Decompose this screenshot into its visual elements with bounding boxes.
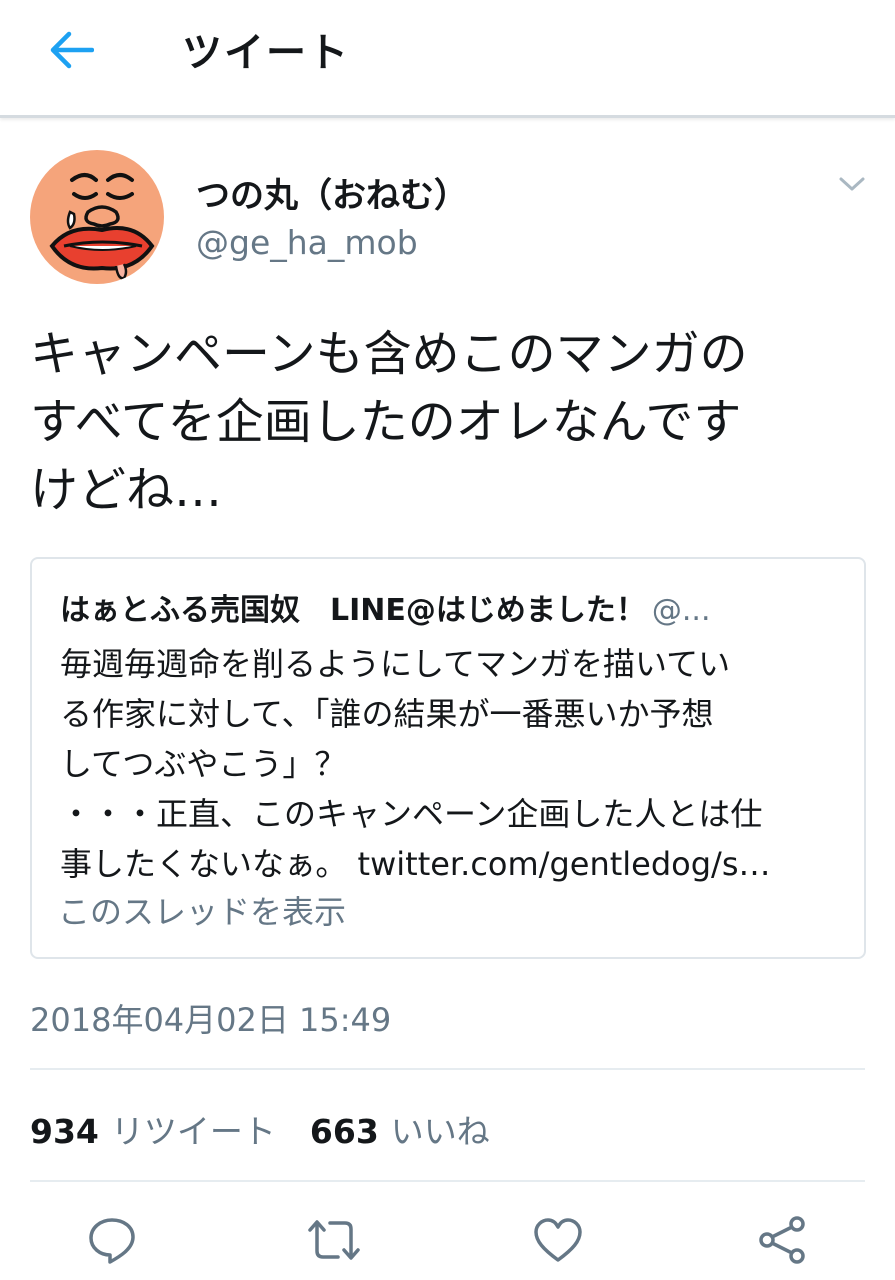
quoted-text-line: 事したくないなぁ。 twitter.com/gentledog/s… [60, 845, 771, 883]
more-options-button[interactable] [836, 168, 868, 200]
quoted-text-line: る作家に対して、「誰の結果が一番悪いか予想 [60, 695, 714, 733]
author-name[interactable]: つの丸（おねむ） [196, 168, 468, 217]
share-button[interactable] [752, 1212, 812, 1268]
arrow-left-icon [50, 31, 94, 69]
retweets-label: リツイート [110, 1112, 276, 1151]
reply-button[interactable] [82, 1212, 142, 1268]
likes-label: いいね [390, 1112, 490, 1151]
share-icon [759, 1216, 805, 1264]
quoted-tweet-text: 毎週毎週命を削るようにしてマンガを描いてい る作家に対して、「誰の結果が一番悪い… [60, 639, 850, 889]
chevron-down-icon [839, 177, 865, 191]
tweet-timestamp: 2018年04月02日 15:49 [30, 1001, 392, 1039]
tweet-stats: 934 リツイート 663 いいね [30, 1105, 490, 1153]
author-handle[interactable]: @ge_ha_mob [196, 223, 418, 262]
heart-icon [534, 1218, 582, 1262]
quoted-tweet-header: はぁとふる売国奴 LINE@はじめました！ @... [60, 585, 840, 629]
quoted-text-line: ・・・正直、このキャンペーン企画した人とは仕 [60, 795, 763, 833]
likes-stat[interactable]: 663 いいね [310, 1105, 490, 1153]
page-title: ツイート [182, 30, 350, 76]
divider [30, 1068, 865, 1070]
quoted-text-line: してつぶやこう」？ [60, 745, 347, 783]
back-button[interactable] [40, 22, 102, 78]
tweet-text-line: けどね… [30, 462, 223, 518]
tweet-text: キャンペーンも含めこのマンガの すべてを企画したのオレなんです けどね… [30, 320, 870, 524]
quoted-author-name: はぁとふる売国奴 LINE@はじめました！ [60, 593, 646, 628]
like-button[interactable] [528, 1212, 588, 1268]
avatar[interactable] [30, 150, 164, 284]
top-app-bar: ツイート [0, 0, 895, 118]
tweet-text-line: すべてを企画したのオレなんです [30, 394, 742, 450]
reply-icon [89, 1218, 135, 1264]
show-thread-link[interactable]: このスレッドを表示 [58, 887, 346, 933]
divider [30, 1180, 865, 1182]
quoted-author-handle: @... [651, 593, 711, 628]
tweet-action-bar [0, 1212, 895, 1272]
retweet-button[interactable] [304, 1212, 364, 1268]
likes-count: 663 [309, 1112, 379, 1151]
retweets-stat[interactable]: 934 リツイート [30, 1105, 276, 1153]
retweet-icon [308, 1220, 360, 1260]
quoted-text-line: 毎週毎週命を削るようにしてマンガを描いてい [60, 645, 731, 683]
tweet-text-line: キャンペーンも含めこのマンガの [30, 326, 748, 382]
retweets-count: 934 [30, 1112, 99, 1151]
